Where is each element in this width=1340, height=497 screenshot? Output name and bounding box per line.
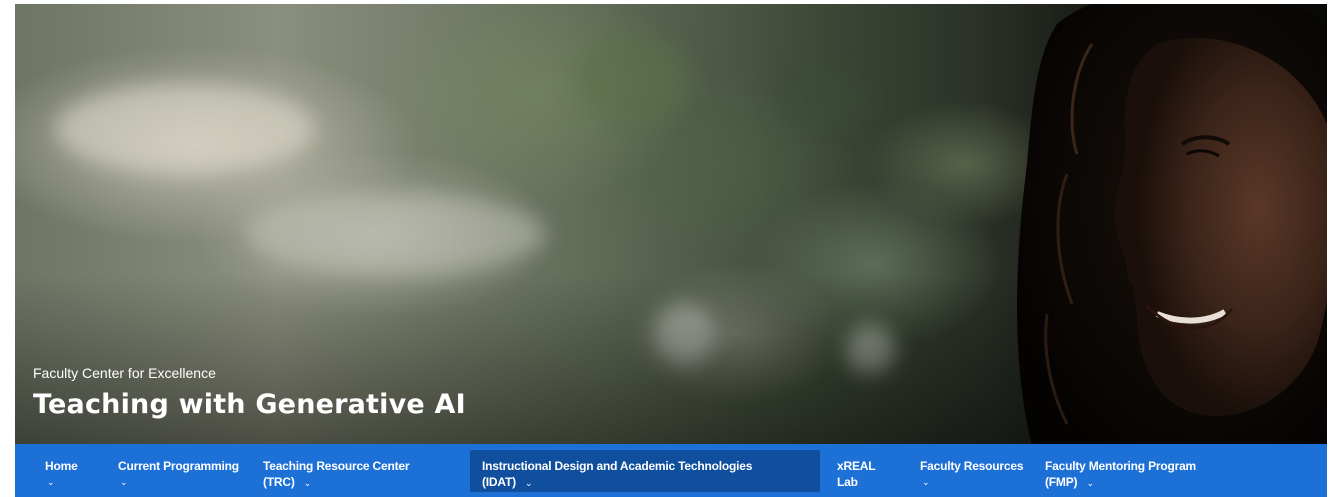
nav-item-label: Current Programming <box>118 459 239 473</box>
chevron-down-icon: ⌄ <box>922 477 930 487</box>
nav-item-home[interactable]: Home ⌄ <box>33 450 90 492</box>
nav-item-label: Home <box>45 459 78 473</box>
chevron-down-icon: ⌄ <box>1086 478 1094 488</box>
chevron-down-icon: ⌄ <box>47 477 55 487</box>
nav-item-label: Faculty Mentoring Program <box>1045 459 1197 473</box>
page-title: Teaching with Generative AI <box>33 389 466 420</box>
nav-item-label-line2: (TRC) <box>263 475 295 489</box>
nav-item-current-programming[interactable]: Current Programming ⌄ <box>106 450 251 492</box>
nav-item-idat[interactable]: Instructional Design and Academic Techno… <box>470 450 820 492</box>
nav-item-label: Faculty Resources <box>920 459 1024 473</box>
nav-item-faculty-mentoring-program[interactable]: Faculty Mentoring Program (FMP) ⌄ <box>1033 450 1208 492</box>
nav-item-label: xREAL <box>837 459 876 473</box>
chevron-down-icon: ⌄ <box>303 478 312 488</box>
hero-bokeh <box>245 194 545 274</box>
hero-bokeh <box>55 84 315 174</box>
hero-bokeh <box>775 64 865 134</box>
nav-item-label-line2: Lab <box>837 475 858 489</box>
nav-item-teaching-resource-center[interactable]: Teaching Resource Center (TRC) ⌄ <box>251 450 421 492</box>
hero-eyebrow: Faculty Center for Excellence <box>33 365 216 381</box>
page: Faculty Center for Excellence Teaching w… <box>0 0 1340 497</box>
nav-item-label-line2: (IDAT) <box>482 475 516 489</box>
nav-item-label-line2: (FMP) <box>1045 475 1078 489</box>
nav-item-xreal-lab[interactable]: xREAL Lab <box>825 450 887 492</box>
main-nav: Home ⌄ Current Programming ⌄ Teaching Re… <box>15 444 1327 497</box>
nav-item-faculty-resources[interactable]: Faculty Resources ⌄ <box>908 450 1035 492</box>
portrait-image <box>997 4 1327 444</box>
chevron-down-icon: ⌄ <box>120 477 128 487</box>
hero-banner: Faculty Center for Excellence Teaching w… <box>15 4 1327 444</box>
nav-item-label: Teaching Resource Center <box>263 459 410 473</box>
hero-text: Faculty Center for Excellence Teaching w… <box>33 364 466 422</box>
nav-item-label: Instructional Design and Academic Techno… <box>482 459 753 473</box>
chevron-down-icon: ⌄ <box>525 478 533 488</box>
hero-bokeh <box>575 34 695 124</box>
